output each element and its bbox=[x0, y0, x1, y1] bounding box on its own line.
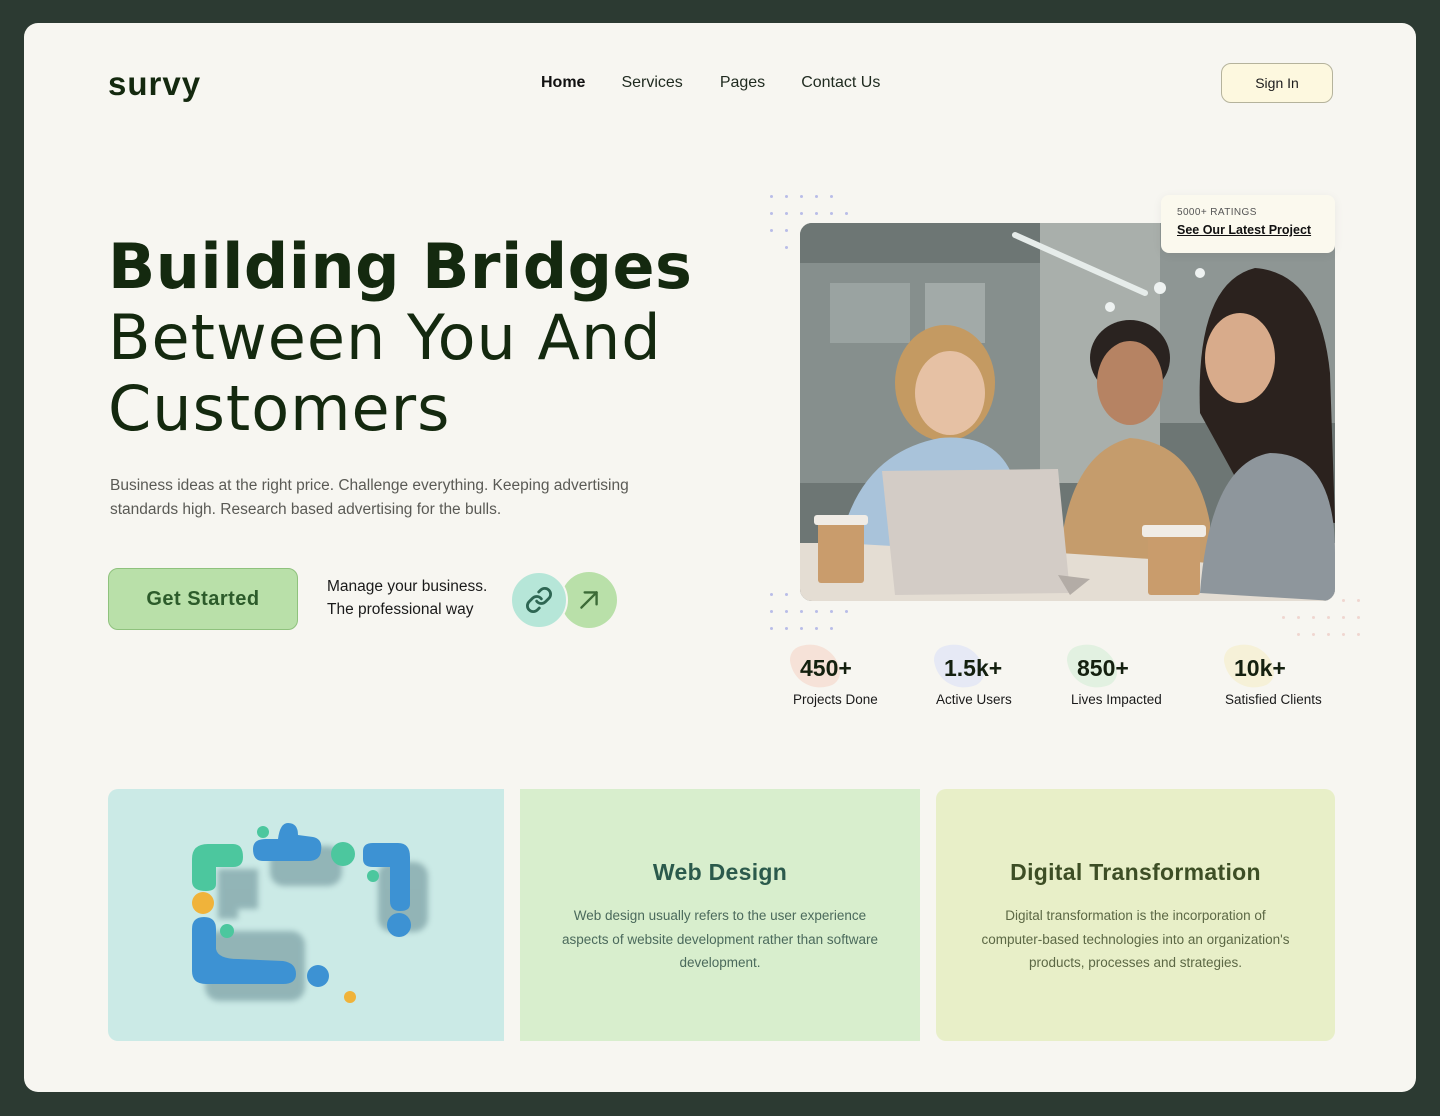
hero-title-line-1: Building Bridges bbox=[108, 230, 693, 303]
hero-title-line-3: Customers bbox=[108, 372, 451, 445]
arrow-up-right-icon bbox=[580, 591, 598, 609]
service-title: Digital Transformation bbox=[1010, 859, 1261, 885]
stat-active-users: 1.5k+ Active Users bbox=[930, 637, 1012, 707]
hero-title-line-2: Between You And bbox=[108, 301, 662, 374]
hero-description: Business ideas at the right price. Chall… bbox=[110, 477, 629, 518]
ratings-count: 5000+ RATINGS bbox=[1177, 207, 1257, 218]
hero-title: Building Bridges Between You And Custome… bbox=[108, 231, 692, 444]
team-photo-illustration bbox=[800, 223, 1335, 601]
service-card-digital-transformation[interactable]: Digital Transformation Digital transform… bbox=[936, 789, 1335, 1041]
tagline-line-1: Manage your business. bbox=[327, 578, 488, 595]
arrow-button[interactable] bbox=[561, 572, 617, 628]
stat-value: 10k+ bbox=[1234, 655, 1286, 681]
stat-label: Lives Impacted bbox=[1071, 692, 1162, 707]
nav-home[interactable]: Home bbox=[541, 74, 585, 92]
sign-in-button[interactable]: Sign In bbox=[1221, 63, 1333, 103]
stat-satisfied-clients: 10k+ Satisfied Clients bbox=[1220, 637, 1322, 707]
service-title: Web Design bbox=[652, 859, 788, 885]
stat-projects-done: 450+ Projects Done bbox=[786, 637, 878, 707]
main-nav: Home Services Pages Contact Us bbox=[541, 74, 916, 92]
logo[interactable]: survy bbox=[108, 65, 201, 103]
link-icon bbox=[526, 587, 552, 613]
stat-value: 850+ bbox=[1077, 655, 1129, 681]
service-card-web-design[interactable]: Web Design Web design usually refers to … bbox=[520, 789, 920, 1041]
latest-project-link[interactable]: See Our Latest Project bbox=[1177, 223, 1319, 237]
landing-page: survy Home Services Pages Contact Us Sig… bbox=[24, 23, 1416, 1092]
rating-card: 5000+ RATINGS See Our Latest Project bbox=[1161, 195, 1335, 253]
service-description: Digital transformation is the incorporat… bbox=[981, 908, 1290, 970]
tagline-line-2: The professional way bbox=[327, 601, 474, 618]
decorative-dots-bottom-right bbox=[1282, 599, 1372, 636]
hero-tagline: Manage your business. The professional w… bbox=[327, 575, 487, 621]
stat-label: Projects Done bbox=[793, 692, 878, 707]
nav-pages[interactable]: Pages bbox=[720, 74, 765, 92]
team-photo bbox=[800, 223, 1335, 601]
nav-services[interactable]: Services bbox=[621, 74, 682, 92]
get-started-button[interactable]: Get Started bbox=[108, 568, 298, 630]
link-button[interactable] bbox=[510, 571, 568, 629]
stat-value: 450+ bbox=[800, 655, 852, 681]
stat-label: Satisfied Clients bbox=[1225, 692, 1322, 707]
stat-label: Active Users bbox=[936, 692, 1012, 707]
stat-value: 1.5k+ bbox=[944, 655, 1003, 681]
illustration-card bbox=[108, 789, 504, 1041]
stat-lives-impacted: 850+ Lives Impacted bbox=[1063, 637, 1162, 707]
3d-shapes-illustration bbox=[192, 823, 428, 1003]
service-description: Web design usually refers to the user ex… bbox=[562, 908, 878, 970]
nav-contact-us[interactable]: Contact Us bbox=[801, 74, 880, 92]
